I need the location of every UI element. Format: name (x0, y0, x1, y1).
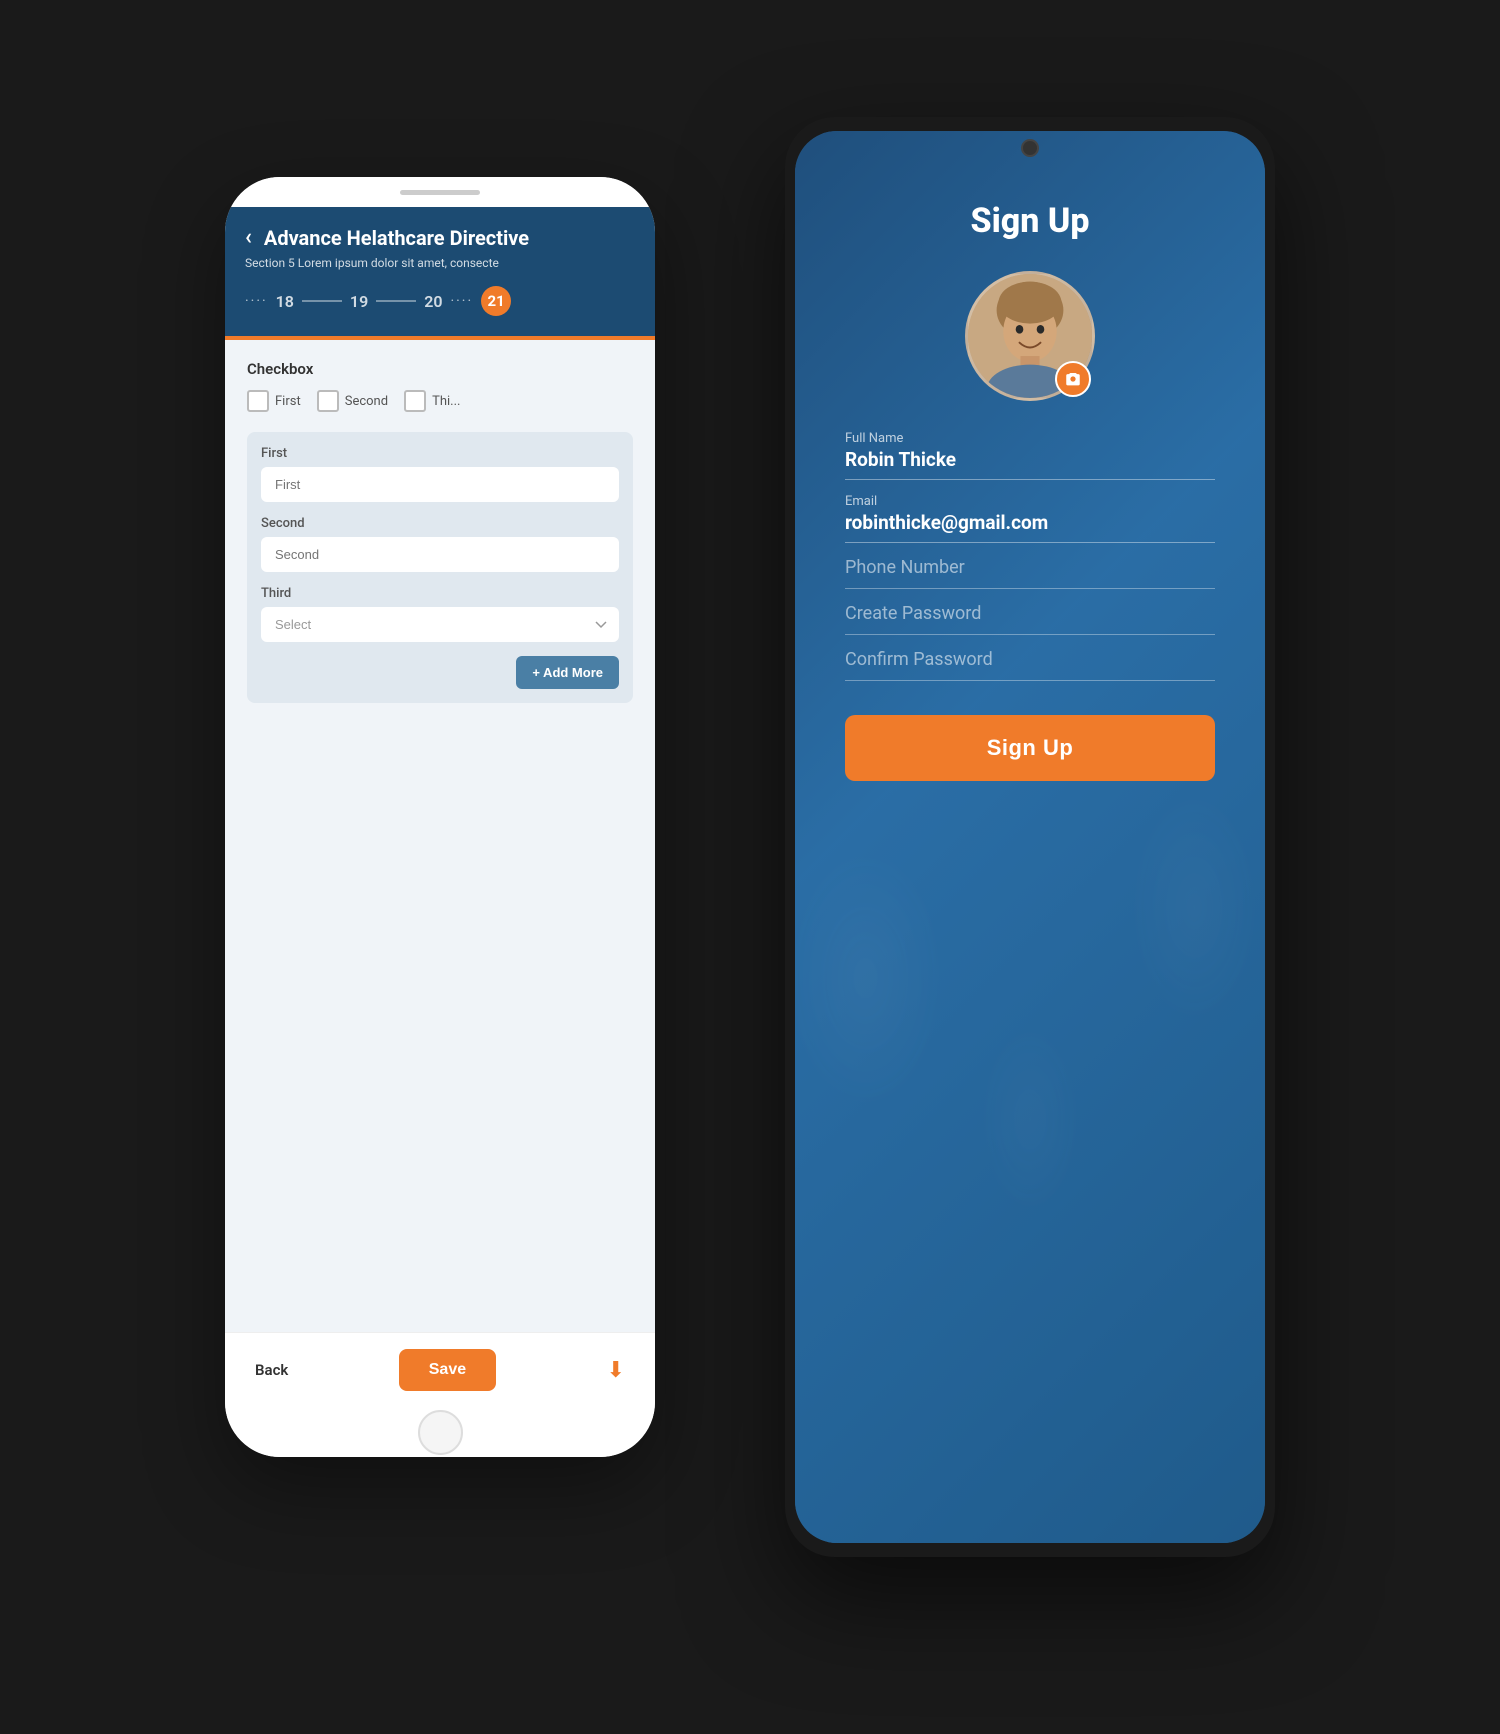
field-second-input[interactable] (261, 537, 619, 572)
camera-icon (1064, 370, 1082, 388)
add-more-button[interactable]: + Add More (516, 656, 619, 689)
back-icon[interactable]: ‹ (245, 225, 252, 250)
step-20: 20 (424, 292, 442, 311)
full-name-label: Full Name (845, 431, 1215, 446)
avatar-container (965, 271, 1095, 401)
signup-button[interactable]: Sign Up (845, 715, 1215, 781)
checkbox-row: First Second Thi... (247, 390, 633, 412)
step-19: 19 (350, 292, 368, 311)
checkbox-label-first: First (275, 394, 301, 409)
right-phone-inner: Sign Up (795, 131, 1265, 1543)
field-second-label: Second (261, 516, 619, 531)
email-label: Email (845, 494, 1215, 509)
checkbox-label-second: Second (345, 394, 388, 409)
left-header: ‹ Advance Helathcare Directive Section 5… (225, 207, 655, 336)
field-third-label: Third (261, 586, 619, 601)
checkbox-label-third: Thi... (432, 394, 460, 409)
step-active: 21 (481, 286, 511, 316)
field-third-select[interactable]: Select (261, 607, 619, 642)
confirm-password-placeholder[interactable]: Confirm Password (845, 649, 1215, 681)
left-phone: ‹ Advance Helathcare Directive Section 5… (225, 177, 655, 1457)
add-more-container: + Add More (261, 656, 619, 689)
field-first-input[interactable] (261, 467, 619, 502)
dots-right: ···· (450, 293, 473, 309)
checkbox-box-first[interactable] (247, 390, 269, 412)
step-18: 18 (276, 292, 294, 311)
notch-bar (400, 190, 480, 195)
create-password-placeholder[interactable]: Create Password (845, 603, 1215, 635)
left-footer: Back Save ⬇ (225, 1332, 655, 1407)
home-area (225, 1407, 655, 1457)
phone-field: Phone Number (845, 557, 1215, 589)
full-name-field: Full Name Robin Thicke (845, 431, 1215, 480)
signup-form: Full Name Robin Thicke Email robinthicke… (845, 431, 1215, 781)
checkbox-third[interactable]: Thi... (404, 390, 460, 412)
create-password-field: Create Password (845, 603, 1215, 635)
footer-back-label[interactable]: Back (255, 1361, 288, 1379)
home-button[interactable] (418, 1410, 463, 1455)
dots-left: ···· (245, 293, 268, 309)
save-button[interactable]: Save (399, 1349, 496, 1391)
left-content: Checkbox First Second Thi... (225, 340, 655, 1332)
step-progress: ···· 18 19 20 ···· 21 (245, 284, 635, 322)
download-icon[interactable]: ⬇ (607, 1358, 625, 1383)
step-line-1 (302, 300, 342, 302)
checkbox-second[interactable]: Second (317, 390, 388, 412)
right-content: Sign Up (795, 131, 1265, 1543)
checkbox-box-third[interactable] (404, 390, 426, 412)
checkbox-box-second[interactable] (317, 390, 339, 412)
confirm-password-field: Confirm Password (845, 649, 1215, 681)
field-first: First (261, 446, 619, 502)
phone-placeholder[interactable]: Phone Number (845, 557, 1215, 589)
field-second: Second (261, 516, 619, 572)
field-first-label: First (261, 446, 619, 461)
left-phone-notch (225, 177, 655, 207)
step-line-2 (376, 300, 416, 302)
field-third: Third Select (261, 586, 619, 642)
email-value[interactable]: robinthicke@gmail.com (845, 511, 1215, 543)
page-title: Advance Helathcare Directive (264, 226, 529, 250)
right-phone: Sign Up (785, 117, 1275, 1557)
checkbox-first[interactable]: First (247, 390, 301, 412)
full-name-value[interactable]: Robin Thicke (845, 448, 1215, 480)
checkbox-section-label: Checkbox (247, 360, 633, 378)
camera-badge[interactable] (1055, 361, 1091, 397)
header-subtitle: Section 5 Lorem ipsum dolor sit amet, co… (245, 256, 635, 270)
signup-title: Sign Up (970, 201, 1089, 241)
email-field: Email robinthicke@gmail.com (845, 494, 1215, 543)
camera-dot (1021, 139, 1039, 157)
form-group: First Second Third Select (247, 432, 633, 703)
